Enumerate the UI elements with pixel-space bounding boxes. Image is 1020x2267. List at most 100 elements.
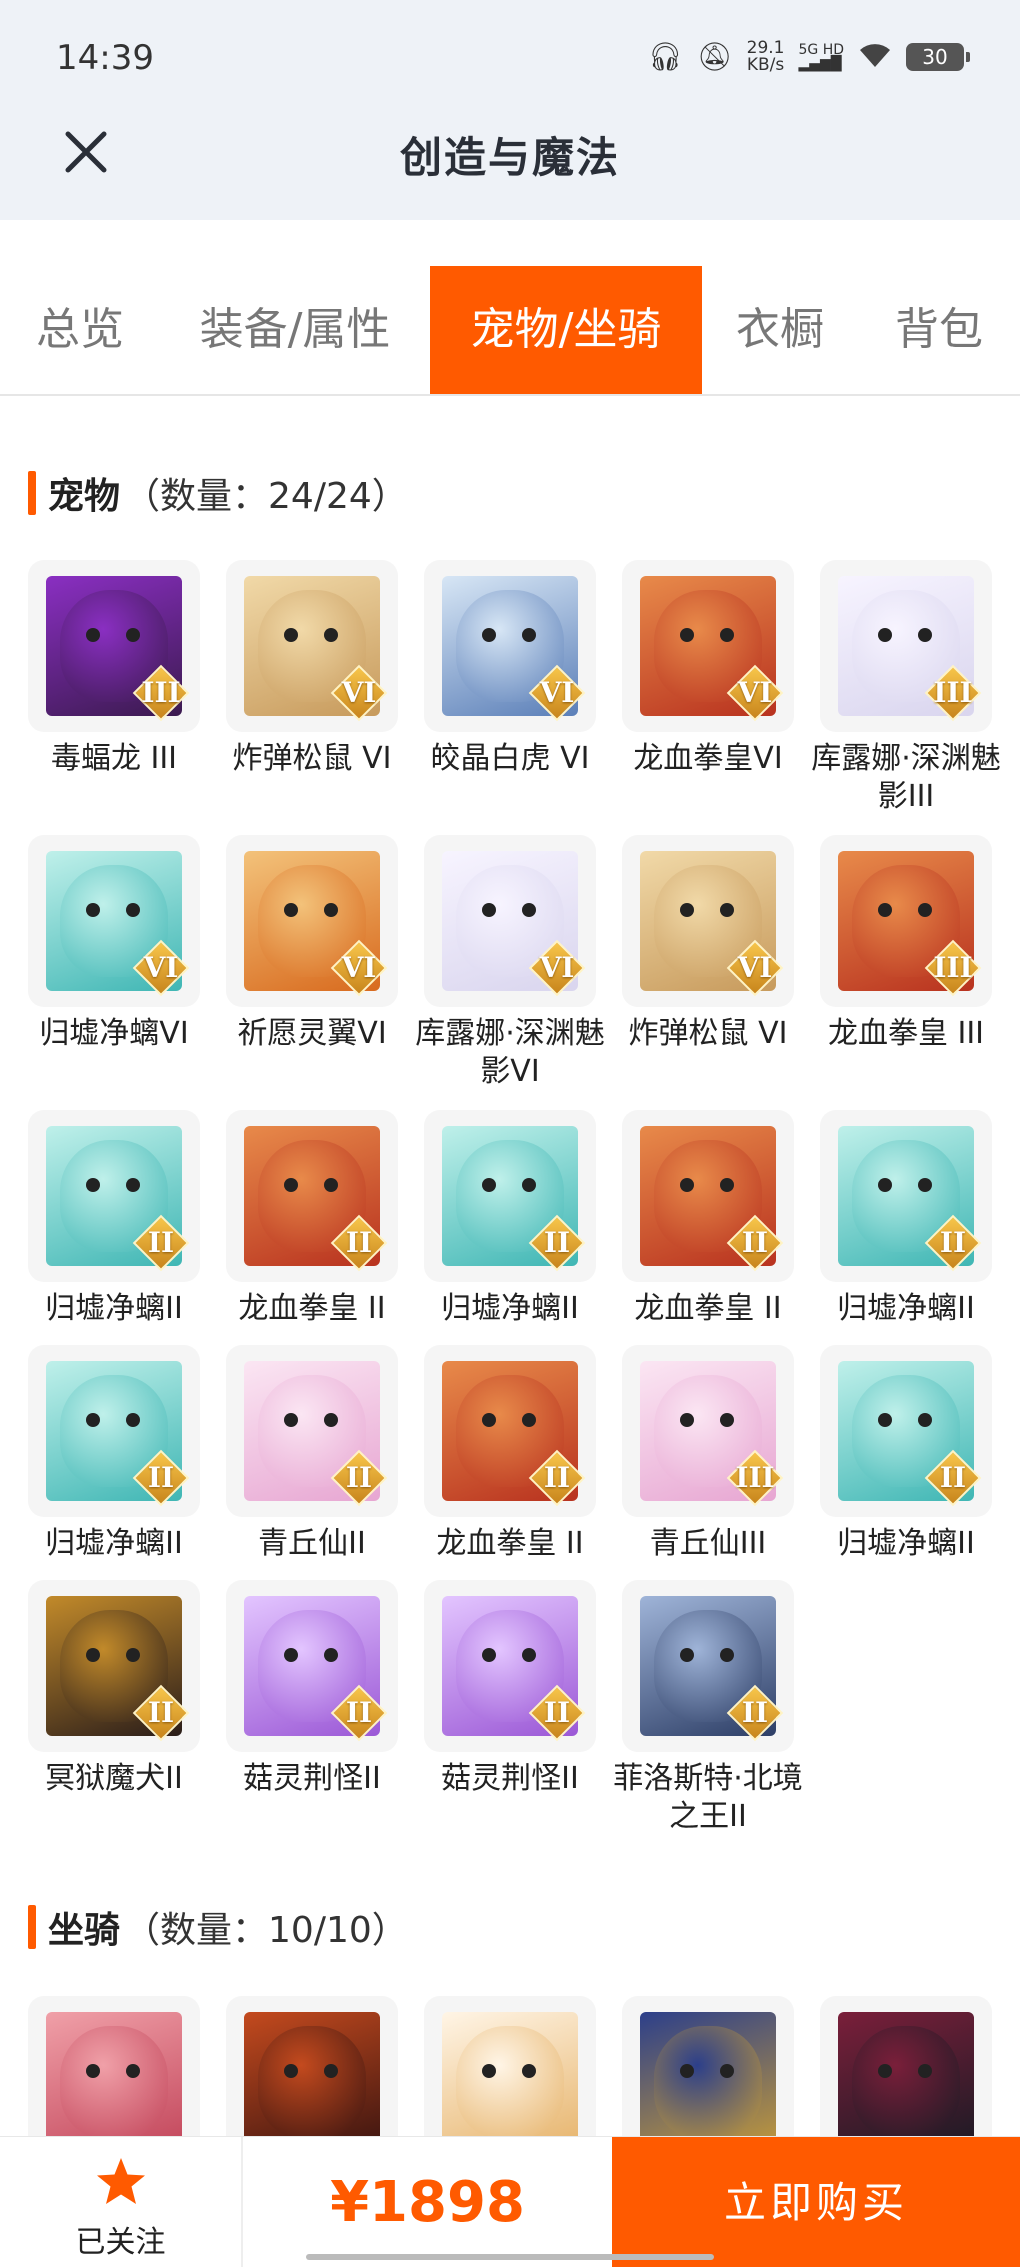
mount-card[interactable] bbox=[424, 1996, 596, 2136]
pet-card[interactable]: III 毒蝠龙 III bbox=[28, 560, 200, 778]
pet-card[interactable]: II 归墟净螭II bbox=[424, 1110, 596, 1328]
tier-label: VI bbox=[737, 676, 773, 709]
pet-card[interactable]: II 归墟净螭II bbox=[820, 1345, 992, 1563]
pet-card[interactable]: VI 皎晶白虎 VI bbox=[424, 560, 596, 778]
pets-section-title: 宠物 （数量：24/24） bbox=[28, 470, 408, 517]
pet-card[interactable]: VI 龙血拳皇VI bbox=[622, 560, 794, 778]
pet-name: 归墟净螭II bbox=[837, 1526, 975, 1561]
pet-thumbnail: VI bbox=[226, 835, 398, 1007]
pet-name: 归墟净螭II bbox=[45, 1291, 183, 1326]
headphones-icon: 🎧︎ bbox=[647, 40, 684, 73]
tier-label: III bbox=[735, 1461, 775, 1494]
tab-wardrobe[interactable]: 衣橱 bbox=[702, 266, 858, 394]
pet-card[interactable]: VI 炸弹松鼠 VI bbox=[226, 560, 398, 778]
creature-image bbox=[640, 2012, 776, 2136]
pet-card[interactable]: II 菇灵荆怪II bbox=[226, 1580, 398, 1798]
tier-badge-icon: VI bbox=[528, 664, 586, 722]
pet-card[interactable]: II 龙血拳皇 II bbox=[622, 1110, 794, 1328]
page-title: 创造与魔法 bbox=[399, 133, 620, 182]
mount-card[interactable] bbox=[820, 1996, 992, 2136]
wifi-icon bbox=[858, 41, 892, 74]
pet-card[interactable]: II 冥狱魔犬II bbox=[28, 1580, 200, 1798]
tier-label: II bbox=[345, 1696, 373, 1729]
pet-thumbnail: III bbox=[622, 1345, 794, 1517]
tier-badge-icon: VI bbox=[132, 939, 190, 997]
pet-name: 龙血拳皇 III bbox=[827, 1016, 985, 1051]
status-icons: 🎧︎ 🔕︎ 29.1 KB/s 5G HD ▂▄▆█ 30 bbox=[647, 40, 970, 74]
mounts-section-title: 坐骑 （数量：10/10） bbox=[28, 1904, 408, 1951]
pet-name: 皎晶白虎 VI bbox=[430, 741, 590, 776]
pet-card[interactable]: III 库露娜·深渊魅影III bbox=[811, 560, 1001, 816]
creature-image bbox=[244, 2012, 380, 2136]
tier-label: III bbox=[933, 951, 973, 984]
tier-label: VI bbox=[539, 676, 575, 709]
tier-badge-icon: VI bbox=[330, 664, 388, 722]
follow-label: 已关注 bbox=[75, 2225, 166, 2260]
mount-thumbnail bbox=[226, 1996, 398, 2136]
tab-equipment[interactable]: 装备/属性 bbox=[160, 266, 430, 394]
follow-button[interactable]: 已关注 bbox=[0, 2137, 243, 2267]
tier-label: II bbox=[939, 1461, 967, 1494]
pet-name: 青丘仙II bbox=[258, 1526, 366, 1561]
pet-name: 毒蝠龙 III bbox=[50, 741, 178, 776]
pet-name: 龙血拳皇 II bbox=[238, 1291, 386, 1326]
creature-image bbox=[838, 2012, 974, 2136]
pet-thumbnail: VI bbox=[622, 560, 794, 732]
pet-thumbnail: II bbox=[226, 1110, 398, 1282]
tab-overview[interactable]: 总览 bbox=[0, 266, 160, 394]
mounts-title: 坐骑 bbox=[48, 1910, 121, 1951]
pet-card[interactable]: II 归墟净螭II bbox=[28, 1110, 200, 1328]
mount-thumbnail bbox=[622, 1996, 794, 2136]
tier-badge-icon: II bbox=[924, 1214, 982, 1272]
pet-card[interactable]: VI 祈愿灵翼VI bbox=[226, 835, 398, 1053]
pet-card[interactable]: VI 库露娜·深渊魅影VI bbox=[415, 835, 605, 1091]
pet-card[interactable]: II 龙血拳皇 II bbox=[226, 1110, 398, 1328]
network-type: 5G HD bbox=[798, 42, 844, 58]
tier-label: VI bbox=[341, 676, 377, 709]
pet-card[interactable]: III 青丘仙III bbox=[622, 1345, 794, 1563]
pet-name: 归墟净螭VI bbox=[39, 1016, 189, 1051]
pet-card[interactable]: III 龙血拳皇 III bbox=[820, 835, 992, 1053]
tier-label: II bbox=[543, 1461, 571, 1494]
tier-label: II bbox=[741, 1226, 769, 1259]
pet-card[interactable]: II 归墟净螭II bbox=[28, 1345, 200, 1563]
pet-card[interactable]: II 菲洛斯特·北境之王II bbox=[613, 1580, 803, 1836]
pet-name: 冥狱魔犬II bbox=[45, 1761, 183, 1796]
pet-name: 龙血拳皇VI bbox=[633, 741, 783, 776]
tab-backpack[interactable]: 背包 bbox=[858, 266, 1020, 394]
tab-bar: 总览 装备/属性 宠物/坐骑 衣橱 背包 bbox=[0, 266, 1020, 396]
pet-thumbnail: II bbox=[622, 1110, 794, 1282]
pet-thumbnail: III bbox=[820, 835, 992, 1007]
pet-card[interactable]: VI 归墟净螭VI bbox=[28, 835, 200, 1053]
tier-badge-icon: VI bbox=[726, 939, 784, 997]
tier-label: VI bbox=[143, 951, 179, 984]
signal-icon: 5G HD ▂▄▆█ bbox=[798, 42, 844, 72]
mount-card[interactable] bbox=[28, 1996, 200, 2136]
bottom-bar: 已关注 ¥1898 立即购买 bbox=[0, 2136, 1020, 2267]
mount-card[interactable] bbox=[226, 1996, 398, 2136]
star-icon bbox=[97, 2158, 145, 2204]
pet-card[interactable]: II 归墟净螭II bbox=[820, 1110, 992, 1328]
creature-image bbox=[442, 2012, 578, 2136]
pet-card[interactable]: II 青丘仙II bbox=[226, 1345, 398, 1563]
mount-card[interactable] bbox=[622, 1996, 794, 2136]
pet-card[interactable]: II 菇灵荆怪II bbox=[424, 1580, 596, 1798]
tier-label: II bbox=[147, 1226, 175, 1259]
tier-badge-icon: VI bbox=[330, 939, 388, 997]
pet-card[interactable]: II 龙血拳皇 II bbox=[424, 1345, 596, 1563]
pet-card[interactable]: VI 炸弹松鼠 VI bbox=[622, 835, 794, 1053]
network-speed: 29.1 KB/s bbox=[747, 40, 785, 74]
pets-title: 宠物 bbox=[48, 476, 121, 517]
buy-now-button[interactable]: 立即购买 bbox=[612, 2137, 1020, 2267]
pet-thumbnail: II bbox=[226, 1580, 398, 1752]
pet-thumbnail: VI bbox=[622, 835, 794, 1007]
mounts-grid bbox=[28, 1996, 992, 2136]
tier-badge-icon: III bbox=[924, 664, 982, 722]
tier-label: II bbox=[741, 1696, 769, 1729]
pet-thumbnail: VI bbox=[28, 835, 200, 1007]
pet-name: 龙血拳皇 II bbox=[634, 1291, 782, 1326]
tier-label: VI bbox=[341, 951, 377, 984]
tab-pets-mounts[interactable]: 宠物/坐骑 bbox=[430, 266, 702, 394]
tier-badge-icon: II bbox=[726, 1214, 784, 1272]
tier-label: VI bbox=[539, 951, 575, 984]
